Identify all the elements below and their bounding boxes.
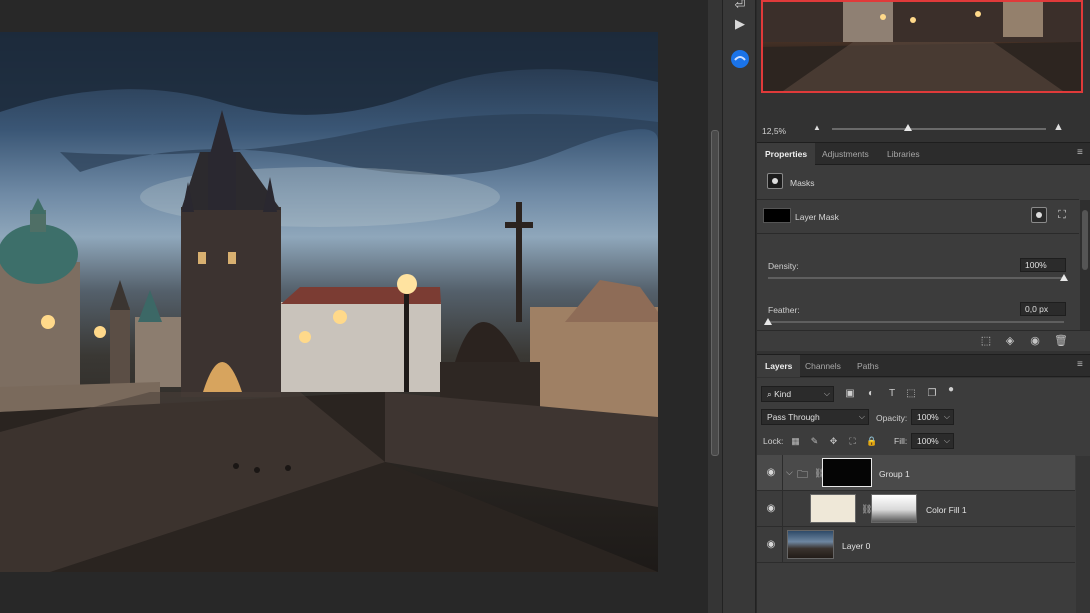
layer-name[interactable]: Layer 0: [842, 541, 870, 551]
navigator-panel: 12,5% ▲ ▲: [757, 0, 1090, 136]
scrollbar-thumb[interactable]: [711, 130, 719, 456]
photoshop-window: ⏎ ▶ 12,5% ▲ ▲ Properties Adjustments Lib…: [0, 0, 1090, 613]
chevron-down-icon[interactable]: ⌵: [786, 467, 793, 478]
lock-transparent-icon[interactable]: ▦: [790, 436, 801, 447]
right-panels: 12,5% ▲ ▲ Properties Adjustments Librari…: [757, 0, 1090, 613]
bridge-photo: [0, 32, 658, 572]
eye-icon[interactable]: ◉: [764, 503, 778, 515]
visibility-cell[interactable]: ◉: [757, 491, 783, 527]
add-vector-mask-icon[interactable]: ⛶: [1054, 207, 1070, 223]
opacity-label: Opacity:: [876, 413, 908, 423]
layer-mask-label: Layer Mask: [795, 212, 839, 222]
filter-toggle-icon[interactable]: ●: [945, 384, 957, 396]
zoom-in-icon[interactable]: ▲: [1053, 121, 1064, 133]
tab-libraries[interactable]: Libraries: [879, 143, 928, 165]
lock-artboard-icon[interactable]: ⛶: [847, 436, 858, 447]
lock-position-icon[interactable]: ✥: [828, 436, 839, 447]
layers-panel: ⌕ Kind ⌵ ▣ ◐ T ⬚ ❐ ● Pass Through ⌵ Opac…: [757, 378, 1090, 613]
zoom-level[interactable]: 12,5%: [762, 126, 786, 136]
lock-label: Lock:: [763, 436, 784, 446]
density-value-field[interactable]: 100%: [1020, 258, 1066, 272]
layer-name[interactable]: Group 1: [879, 469, 910, 479]
properties-scrollbar[interactable]: [1080, 200, 1090, 330]
tab-adjustments[interactable]: Adjustments: [814, 143, 877, 165]
feather-slider[interactable]: [768, 321, 1064, 323]
navigator-zoom-row: 12,5% ▲ ▲: [757, 120, 1090, 140]
load-selection-icon[interactable]: ⬚: [980, 335, 992, 347]
fill-label: Fill:: [894, 436, 908, 446]
mask-icon: [767, 173, 783, 189]
blend-mode-value: Pass Through: [767, 412, 820, 422]
panel-tool-strip: ⏎ ▶: [722, 0, 756, 613]
eye-icon[interactable]: ◉: [764, 467, 778, 479]
opacity-field[interactable]: 100% ⌵: [911, 409, 954, 425]
apply-mask-icon[interactable]: ◈: [1004, 335, 1016, 347]
tab-properties[interactable]: Properties: [757, 143, 816, 165]
filter-kind-value: Kind: [774, 389, 792, 399]
panel-menu-icon[interactable]: ≡: [1077, 148, 1086, 158]
brush-circle-icon[interactable]: [729, 48, 751, 70]
fill-color-thumbnail[interactable]: [810, 494, 856, 523]
chevron-down-icon: ⌵: [823, 389, 830, 398]
divider: [757, 199, 1079, 200]
fill-value: 100%: [917, 436, 939, 446]
properties-footer: ⬚ ◈ ◉ 🗑: [757, 330, 1090, 351]
navigator-preview[interactable]: [761, 0, 1083, 93]
chevron-down-icon: ⌵: [943, 436, 950, 445]
visibility-cell[interactable]: ◉: [757, 455, 783, 491]
layer-filter-kind-select[interactable]: ⌕ Kind ⌵: [761, 386, 834, 402]
layer-mask-thumbnail[interactable]: [871, 494, 917, 523]
zoom-slider-knob[interactable]: [904, 124, 912, 131]
filter-smart-object-icon[interactable]: ❐: [926, 388, 938, 400]
feather-slider-knob[interactable]: [764, 318, 772, 325]
layer-row-group-1[interactable]: ◉ ⌵ 🗀 ⛓ Group 1: [757, 455, 1075, 491]
chevron-down-icon: ⌵: [858, 412, 865, 421]
document-workspace[interactable]: [0, 0, 708, 613]
layer-thumbnail[interactable]: [787, 530, 834, 559]
layer-mask-thumbnail[interactable]: [822, 458, 872, 487]
select-pixel-mask-button[interactable]: [1031, 207, 1047, 223]
properties-panel: Masks Layer Mask ⛶ Density: 100% Feather…: [757, 165, 1090, 351]
filter-pixel-icon[interactable]: ▣: [844, 388, 856, 400]
fill-field[interactable]: 100% ⌵: [911, 433, 954, 449]
density-label: Density:: [768, 261, 799, 271]
panel-menu-icon[interactable]: ≡: [1077, 360, 1086, 370]
zoom-out-icon[interactable]: ▲: [813, 123, 821, 132]
lock-image-icon[interactable]: ✎: [809, 436, 820, 447]
density-slider-knob[interactable]: [1060, 274, 1068, 281]
scrollbar-thumb[interactable]: [1082, 210, 1088, 270]
canvas-vertical-scrollbar[interactable]: [708, 0, 722, 613]
layer-mask-thumbnail[interactable]: [763, 208, 791, 223]
properties-tabbar: Properties Adjustments Libraries ≡: [757, 142, 1090, 165]
filter-shape-icon[interactable]: ⬚: [905, 388, 917, 400]
visibility-cell[interactable]: ◉: [757, 527, 783, 563]
zoom-slider[interactable]: [832, 128, 1046, 130]
feather-label: Feather:: [768, 305, 800, 315]
divider: [757, 233, 1079, 234]
tab-layers[interactable]: Layers: [757, 355, 801, 377]
blend-mode-select[interactable]: Pass Through ⌵: [761, 409, 869, 425]
folder-icon: 🗀: [797, 469, 808, 481]
document-canvas[interactable]: [0, 32, 658, 572]
filter-adjustment-icon[interactable]: ◐: [865, 388, 877, 400]
layers-tabbar: Layers Channels Paths ≡: [757, 354, 1090, 377]
layers-scrollbar[interactable]: [1076, 456, 1090, 613]
opacity-value: 100%: [917, 412, 939, 422]
density-slider[interactable]: [768, 277, 1064, 279]
trash-icon[interactable]: 🗑: [1054, 335, 1068, 347]
layer-row-color-fill-1[interactable]: ◉ ⛓ Color Fill 1: [757, 491, 1075, 527]
play-icon[interactable]: ▶: [729, 13, 751, 35]
layer-name[interactable]: Color Fill 1: [926, 505, 967, 515]
masks-section-title: Masks: [790, 178, 815, 188]
chevron-down-icon: ⌵: [943, 412, 950, 421]
eye-icon[interactable]: ◉: [1029, 335, 1041, 347]
lock-all-icon[interactable]: 🔒: [866, 436, 877, 447]
eye-icon[interactable]: ◉: [764, 539, 778, 551]
feather-value-field[interactable]: 0,0 px: [1020, 302, 1066, 316]
tab-paths[interactable]: Paths: [849, 355, 887, 377]
filter-type-icon[interactable]: T: [886, 388, 898, 400]
layer-row-layer-0[interactable]: ◉ Layer 0: [757, 527, 1075, 563]
tab-channels[interactable]: Channels: [797, 355, 849, 377]
